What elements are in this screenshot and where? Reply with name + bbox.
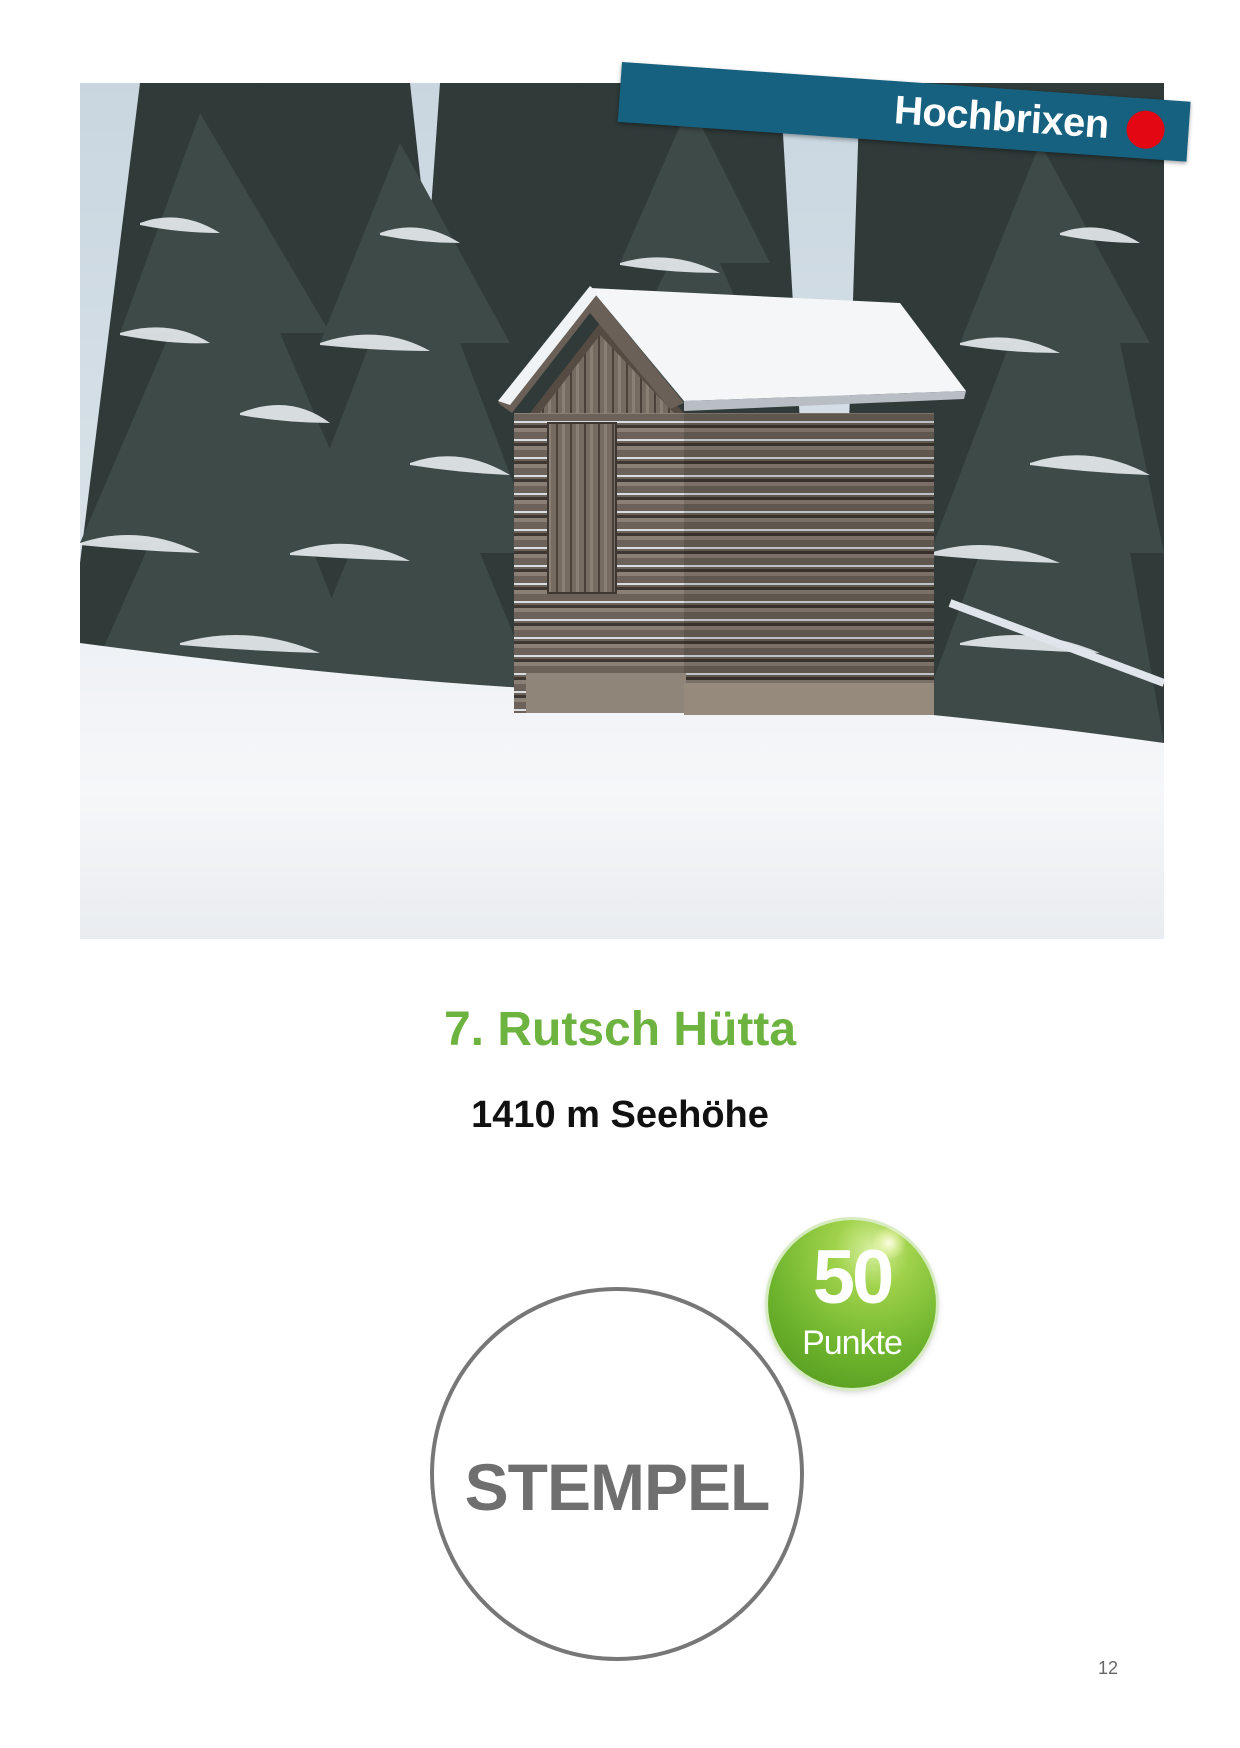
red-dot-icon: [1125, 109, 1166, 150]
points-badge: 50 Punkte: [768, 1220, 936, 1388]
location-label: Hochbrixen: [892, 88, 1111, 148]
stamp-circle: STEMPEL: [430, 1287, 804, 1661]
points-label: Punkte: [802, 1324, 903, 1362]
hut-photo: [80, 83, 1164, 939]
page-number: 12: [1098, 1658, 1119, 1678]
hut-title: 7. Rutsch Hütta: [443, 1003, 797, 1056]
altitude-label: 1410 m Seehöhe: [471, 1094, 769, 1136]
points-value: 50: [812, 1235, 895, 1320]
stamp-label: STEMPEL: [464, 1450, 771, 1524]
